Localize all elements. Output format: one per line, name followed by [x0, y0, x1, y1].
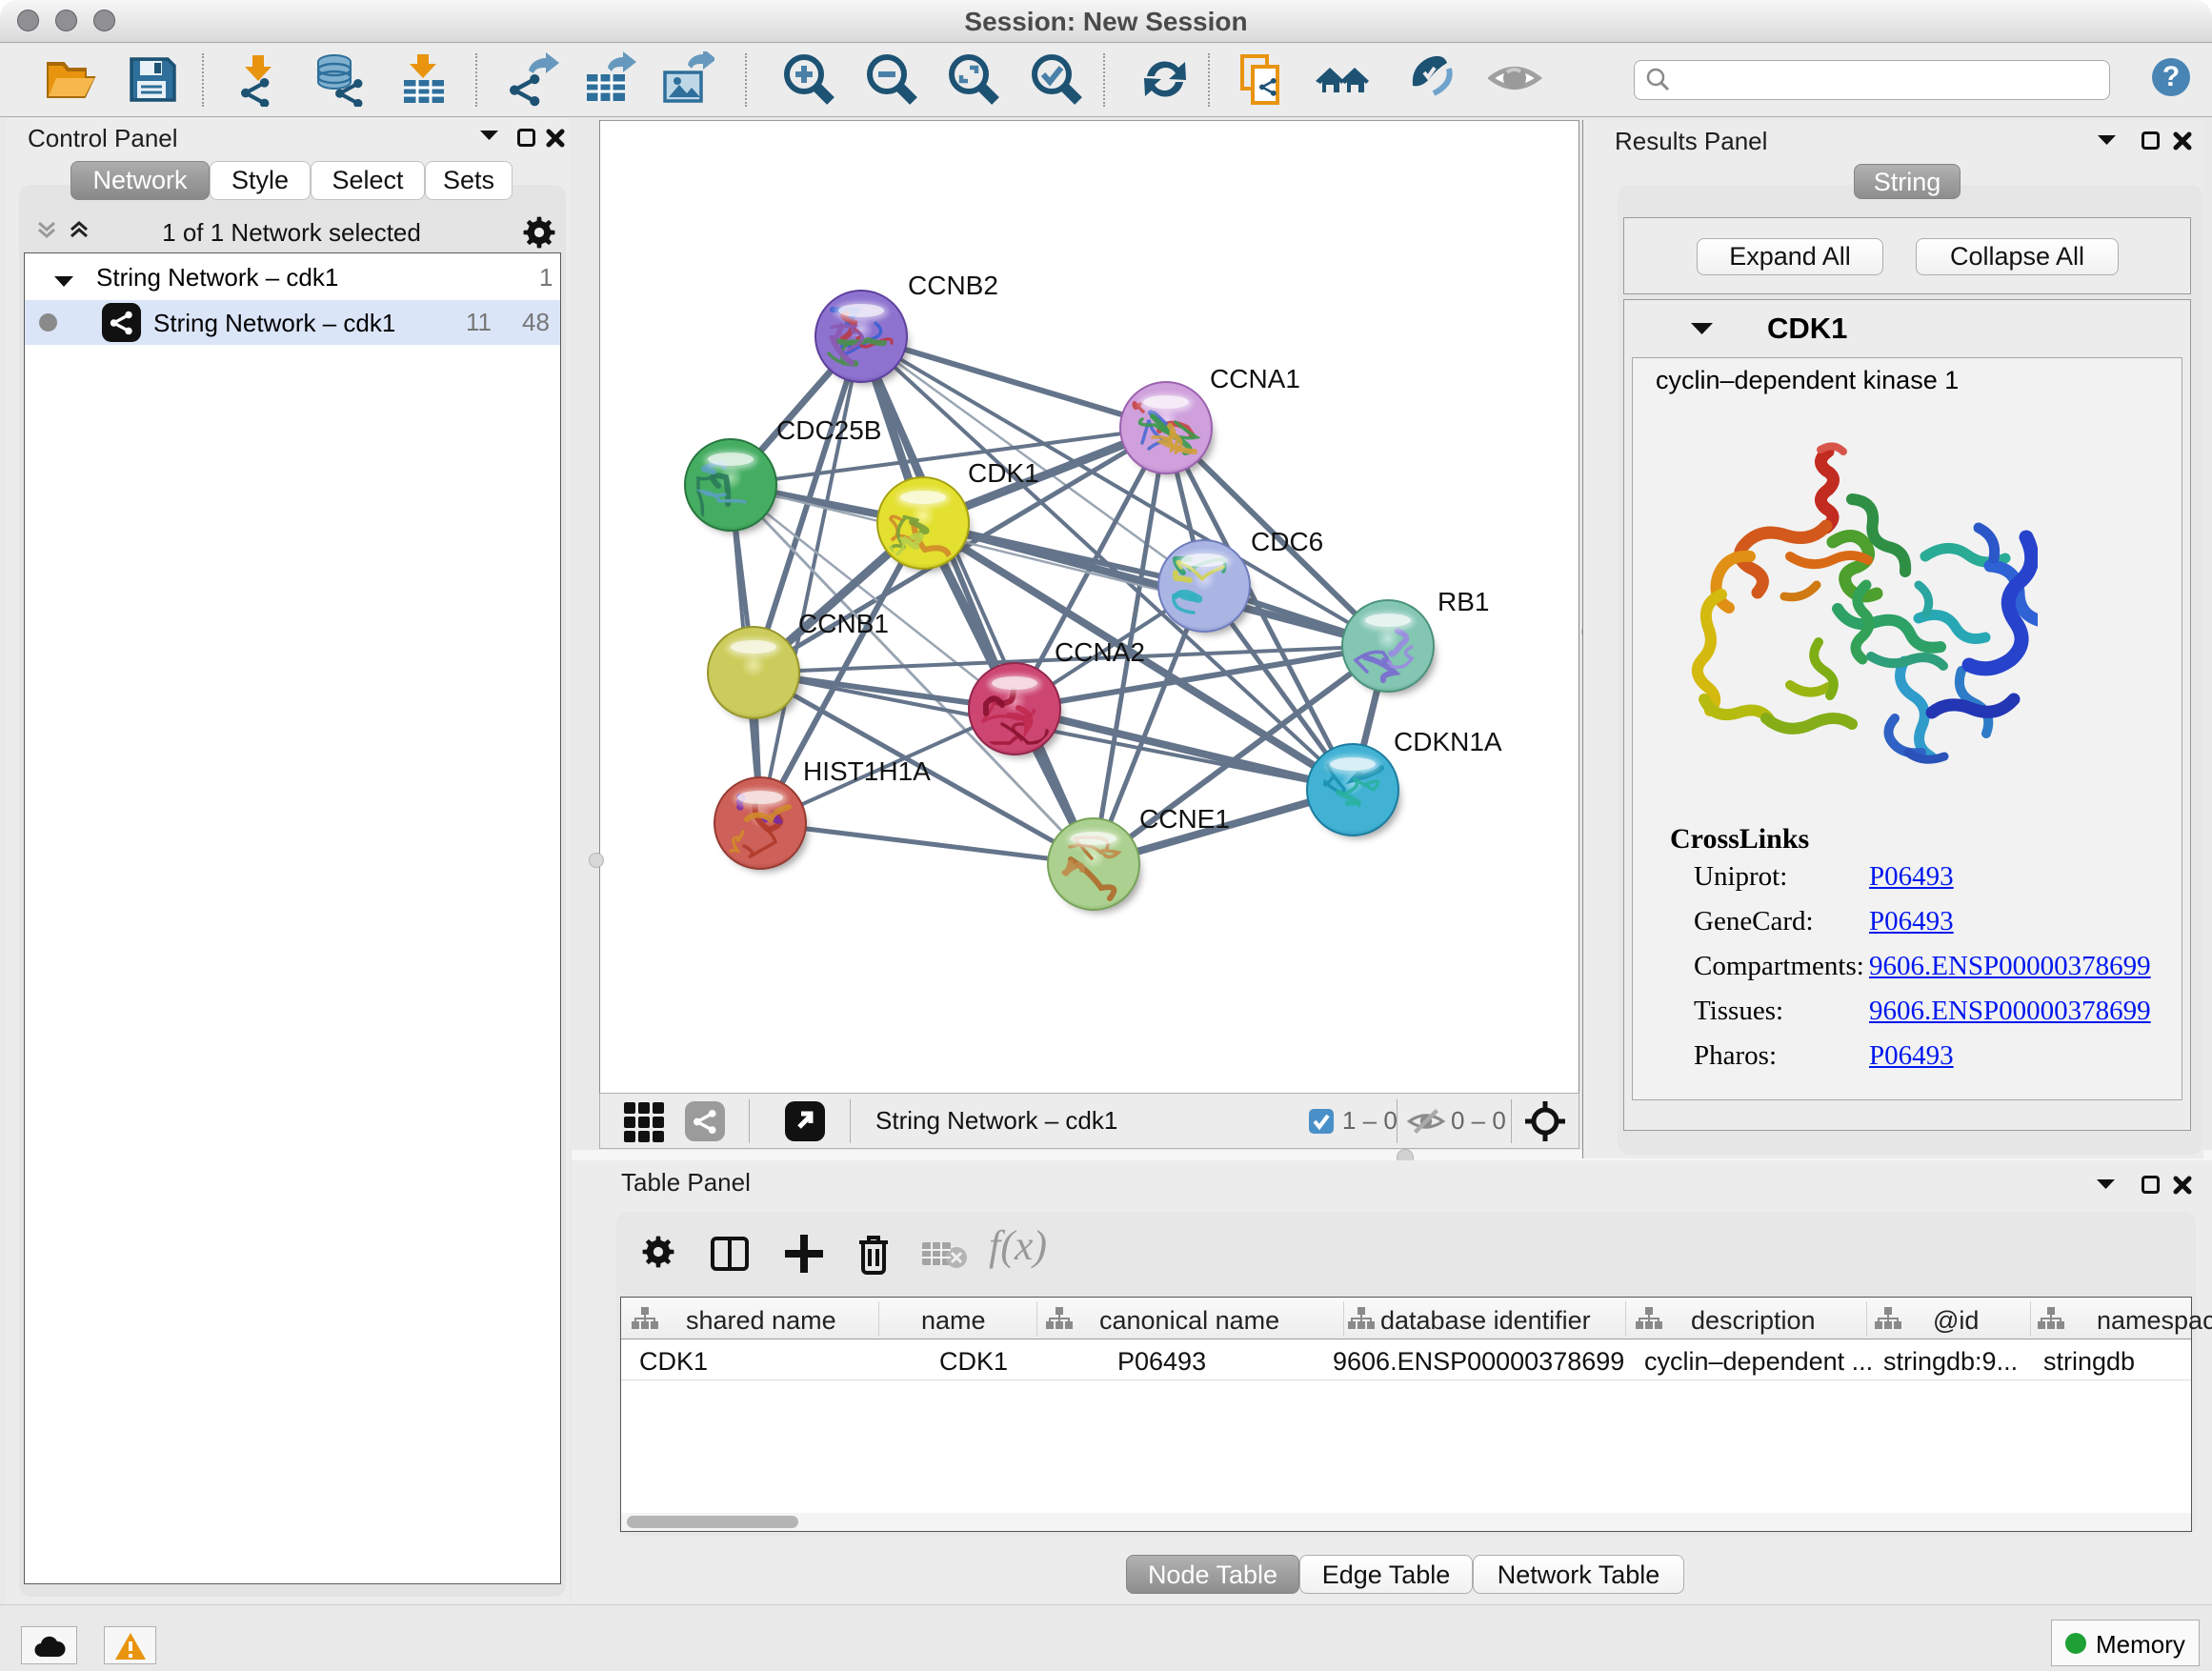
svg-text:CDC6: CDC6: [1251, 527, 1323, 556]
svg-text:CCNE1: CCNE1: [1139, 804, 1230, 834]
svg-text:CCNA1: CCNA1: [1210, 364, 1300, 393]
svg-text:HIST1H1A: HIST1H1A: [803, 756, 931, 786]
svg-text:CDK1: CDK1: [968, 458, 1039, 488]
svg-text:RB1: RB1: [1438, 587, 1489, 616]
svg-text:CCNB1: CCNB1: [798, 609, 889, 638]
svg-text:CCNB2: CCNB2: [908, 271, 998, 300]
svg-text:CDKN1A: CDKN1A: [1394, 727, 1502, 756]
svg-text:CDC25B: CDC25B: [776, 415, 881, 445]
svg-text:CCNA2: CCNA2: [1055, 637, 1145, 667]
